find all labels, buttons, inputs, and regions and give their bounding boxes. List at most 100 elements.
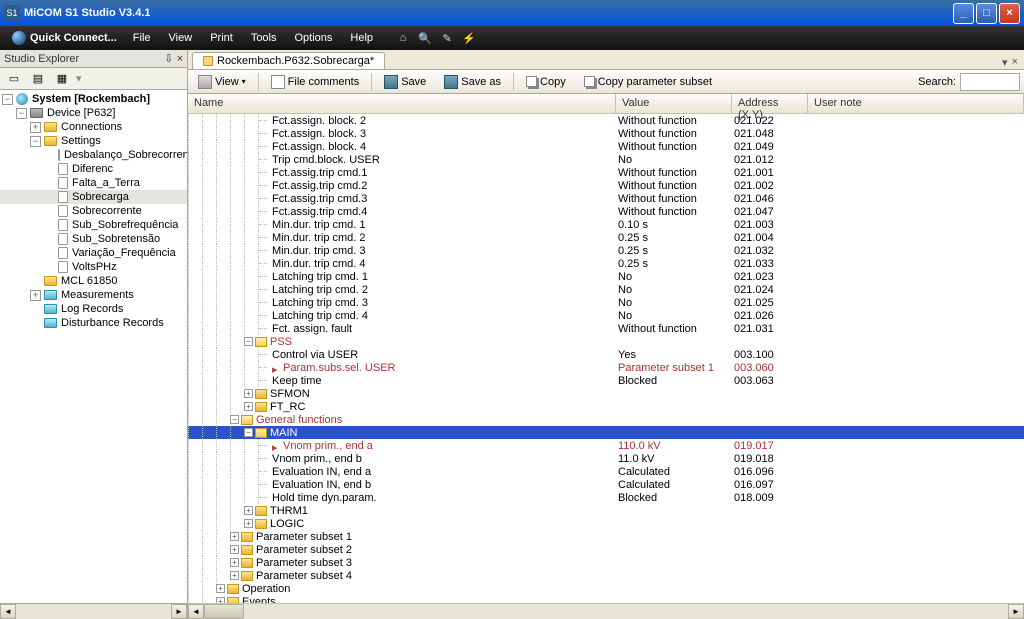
- toggle-icon[interactable]: +: [244, 389, 253, 398]
- sidebar-hscroll[interactable]: ◄ ►: [0, 603, 187, 619]
- toggle-icon[interactable]: −: [244, 337, 253, 346]
- grid-row[interactable]: +THRM1: [188, 504, 1024, 517]
- grid-row[interactable]: +Parameter subset 4: [188, 569, 1024, 582]
- toggle-icon[interactable]: +: [244, 402, 253, 411]
- tree-btn-1[interactable]: ▭: [4, 70, 24, 88]
- tree-disturb[interactable]: Disturbance Records: [0, 316, 187, 330]
- tree-setting-3[interactable]: Sobrecarga: [0, 190, 187, 204]
- toggle-icon[interactable]: +: [216, 597, 225, 603]
- grid-row[interactable]: Latching trip cmd. 4No021.026: [188, 309, 1024, 322]
- scroll-right-icon[interactable]: ►: [1008, 604, 1024, 619]
- scroll-left-icon[interactable]: ◄: [0, 604, 16, 619]
- toggle-icon[interactable]: −: [244, 428, 253, 437]
- col-note[interactable]: User note: [808, 94, 1024, 113]
- tree-setting-8[interactable]: VoltsPHz: [0, 260, 187, 274]
- grid-row[interactable]: Fct.assig.trip cmd.4Without function021.…: [188, 205, 1024, 218]
- grid-row[interactable]: Trip cmd.block. USERNo021.012: [188, 153, 1024, 166]
- toggle-icon[interactable]: +: [230, 571, 239, 580]
- grid-row[interactable]: Vnom prim., end b11.0 kV019.018: [188, 452, 1024, 465]
- grid-row[interactable]: −MAIN: [188, 426, 1024, 439]
- grid-row[interactable]: Min.dur. trip cmd. 40.25 s021.033: [188, 257, 1024, 270]
- toggle-icon[interactable]: +: [230, 545, 239, 554]
- grid-row[interactable]: Fct.assign. block. 3Without function021.…: [188, 127, 1024, 140]
- tab-dropdown-icon[interactable]: ▾: [1002, 56, 1008, 69]
- toggle-icon[interactable]: +: [216, 584, 225, 593]
- tree-setting-4[interactable]: Sobrecorrente: [0, 204, 187, 218]
- menu-file[interactable]: File: [125, 29, 159, 47]
- grid-row[interactable]: +LOGIC: [188, 517, 1024, 530]
- close-button[interactable]: ×: [999, 3, 1020, 24]
- search-input[interactable]: [960, 73, 1020, 91]
- maximize-button[interactable]: □: [976, 3, 997, 24]
- toggle-icon[interactable]: +: [230, 558, 239, 567]
- close-panel-icon[interactable]: ×: [177, 53, 183, 65]
- toggle-icon[interactable]: +: [230, 532, 239, 541]
- grid-row[interactable]: ▸Vnom prim., end a110.0 kV019.017: [188, 439, 1024, 452]
- grid-row[interactable]: Evaluation IN, end aCalculated016.096: [188, 465, 1024, 478]
- tree-setting-0[interactable]: Desbalanço_Sobrecorrente: [0, 148, 187, 162]
- menu-tools[interactable]: Tools: [243, 29, 285, 47]
- comments-button[interactable]: File comments: [265, 72, 366, 92]
- grid-row[interactable]: Evaluation IN, end bCalculated016.097: [188, 478, 1024, 491]
- saveas-button[interactable]: Save as: [438, 72, 507, 92]
- grid-row[interactable]: Latching trip cmd. 2No021.024: [188, 283, 1024, 296]
- grid-row[interactable]: Fct.assig.trip cmd.2Without function021.…: [188, 179, 1024, 192]
- toggle-icon[interactable]: +: [244, 519, 253, 528]
- pin-icon[interactable]: ⇩: [164, 53, 173, 65]
- grid-row[interactable]: Latching trip cmd. 3No021.025: [188, 296, 1024, 309]
- grid-row[interactable]: Min.dur. trip cmd. 30.25 s021.032: [188, 244, 1024, 257]
- bolt-icon[interactable]: ⚡: [461, 30, 477, 46]
- scroll-thumb[interactable]: [204, 604, 244, 619]
- grid-row[interactable]: Fct.assig.trip cmd.3Without function021.…: [188, 192, 1024, 205]
- grid-row[interactable]: Fct.assign. block. 2Without function021.…: [188, 114, 1024, 127]
- tree-setting-5[interactable]: Sub_Sobrefrequência: [0, 218, 187, 232]
- tool-icon[interactable]: ✎: [439, 30, 455, 46]
- grid-row[interactable]: +Operation: [188, 582, 1024, 595]
- menu-print[interactable]: Print: [202, 29, 241, 47]
- quick-connect[interactable]: Quick Connect...: [6, 31, 123, 45]
- grid-row[interactable]: Min.dur. trip cmd. 10.10 s021.003: [188, 218, 1024, 231]
- tree-setting-6[interactable]: Sub_Sobretensão: [0, 232, 187, 246]
- grid-row[interactable]: +SFMON: [188, 387, 1024, 400]
- col-value[interactable]: Value: [616, 94, 732, 113]
- tree-settings[interactable]: −Settings: [0, 134, 187, 148]
- tree-setting-2[interactable]: Falta_a_Terra: [0, 176, 187, 190]
- tab-close-icon[interactable]: ×: [1012, 56, 1018, 69]
- tree-measurements[interactable]: +Measurements: [0, 288, 187, 302]
- grid-row[interactable]: +Parameter subset 2: [188, 543, 1024, 556]
- grid-row[interactable]: Fct.assig.trip cmd.1Without function021.…: [188, 166, 1024, 179]
- toggle-icon[interactable]: +: [244, 506, 253, 515]
- grid-row[interactable]: +FT_RC: [188, 400, 1024, 413]
- view-button[interactable]: View▾: [192, 72, 252, 92]
- grid-row[interactable]: −PSS: [188, 335, 1024, 348]
- menu-view[interactable]: View: [161, 29, 201, 47]
- toggle-icon[interactable]: −: [230, 415, 239, 424]
- col-name[interactable]: Name: [188, 94, 616, 113]
- grid-row[interactable]: Latching trip cmd. 1No021.023: [188, 270, 1024, 283]
- tree-mcl[interactable]: MCL 61850: [0, 274, 187, 288]
- search-icon[interactable]: 🔍: [417, 30, 433, 46]
- tree-btn-2[interactable]: ▤: [28, 70, 48, 88]
- tree-btn-3[interactable]: ▦: [52, 70, 72, 88]
- copy-button[interactable]: Copy: [520, 73, 572, 91]
- minimize-button[interactable]: _: [953, 3, 974, 24]
- tab-sobrecarga[interactable]: Rockembach.P632.Sobrecarga*: [192, 52, 385, 69]
- grid-row[interactable]: Min.dur. trip cmd. 20.25 s021.004: [188, 231, 1024, 244]
- tree[interactable]: −System [Rockembach] −Device [P632] +Con…: [0, 90, 187, 603]
- save-button[interactable]: Save: [378, 72, 432, 92]
- tree-connections[interactable]: +Connections: [0, 120, 187, 134]
- tree-device[interactable]: −Device [P632]: [0, 106, 187, 120]
- tree-setting-7[interactable]: Variação_Frequência: [0, 246, 187, 260]
- grid-row[interactable]: +Parameter subset 3: [188, 556, 1024, 569]
- scroll-left-icon[interactable]: ◄: [188, 604, 204, 619]
- grid-row[interactable]: Control via USERYes003.100: [188, 348, 1024, 361]
- tree-log[interactable]: Log Records: [0, 302, 187, 316]
- grid-row[interactable]: Hold time dyn.param.Blocked018.009: [188, 491, 1024, 504]
- grid-body[interactable]: Fct.assign. block. 2Without function021.…: [188, 114, 1024, 603]
- col-addr[interactable]: Address (X.Y): [732, 94, 808, 113]
- grid-row[interactable]: ▸Param.subs.sel. USERParameter subset 10…: [188, 361, 1024, 374]
- home-icon[interactable]: ⌂: [395, 30, 411, 46]
- tree-setting-1[interactable]: Diferenc: [0, 162, 187, 176]
- grid-row[interactable]: Fct.assign. block. 4Without function021.…: [188, 140, 1024, 153]
- tree-system[interactable]: −System [Rockembach]: [0, 92, 187, 106]
